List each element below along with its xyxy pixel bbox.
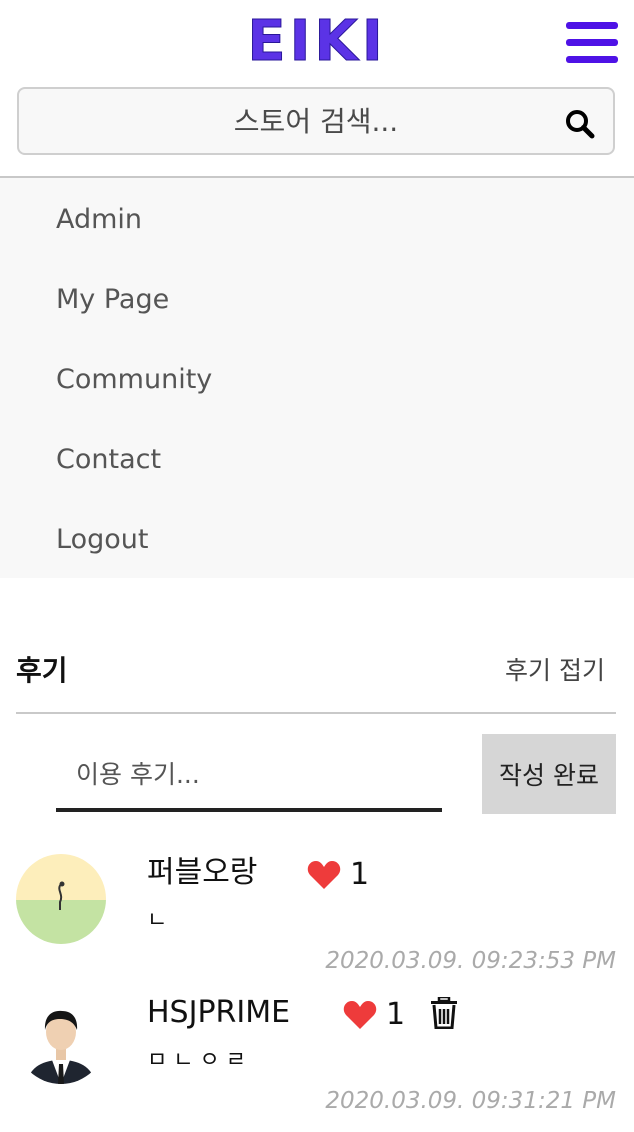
hamburger-menu-icon[interactable] — [566, 22, 618, 66]
menu-item-my-page[interactable]: My Page — [56, 280, 169, 320]
review-date: 2020.03.09. 09:31:21 PM — [325, 1088, 616, 1114]
review-text: ㅁㄴㅇㄹ — [147, 1048, 252, 1073]
reviews-divider — [16, 712, 616, 714]
like-count: 1 — [350, 857, 370, 892]
menu-item-admin[interactable]: Admin — [56, 200, 142, 240]
store-search-box — [17, 87, 615, 155]
like-count: 1 — [386, 997, 406, 1032]
search-input[interactable] — [19, 89, 613, 153]
review-date: 2020.03.09. 09:23:53 PM — [325, 948, 616, 974]
review-input[interactable] — [56, 740, 442, 812]
menu-item-logout[interactable]: Logout — [56, 520, 148, 560]
review-item: HSJPRIME 1 ㅁㄴㅇㄹ 2020.03.09. 09:31:21 PM — [0, 980, 634, 1114]
review-username: HSJPRIME — [147, 995, 291, 1030]
trash-icon[interactable] — [430, 997, 458, 1029]
heart-icon[interactable] — [343, 1000, 377, 1030]
site-logo[interactable]: EIKI — [0, 9, 634, 74]
fold-reviews-link[interactable]: 후기 접기 — [505, 651, 605, 687]
avatar — [16, 854, 106, 944]
menu-item-contact[interactable]: Contact — [56, 440, 161, 480]
search-icon[interactable] — [565, 109, 595, 139]
app-header: EIKI — [0, 0, 634, 84]
avatar — [16, 994, 106, 1084]
submit-review-button[interactable]: 작성 완료 — [482, 734, 616, 814]
review-item: 퍼블오랑 1 ㄴ 2020.03.09. 09:23:53 PM — [0, 840, 634, 974]
menu-item-community[interactable]: Community — [56, 360, 212, 400]
review-text: ㄴ — [147, 908, 174, 933]
heart-icon[interactable] — [307, 860, 341, 890]
nav-menu: Admin My Page Community Contact Logout — [0, 178, 634, 578]
review-username: 퍼블오랑 — [147, 855, 258, 890]
reviews-title: 후기 — [16, 654, 68, 687]
